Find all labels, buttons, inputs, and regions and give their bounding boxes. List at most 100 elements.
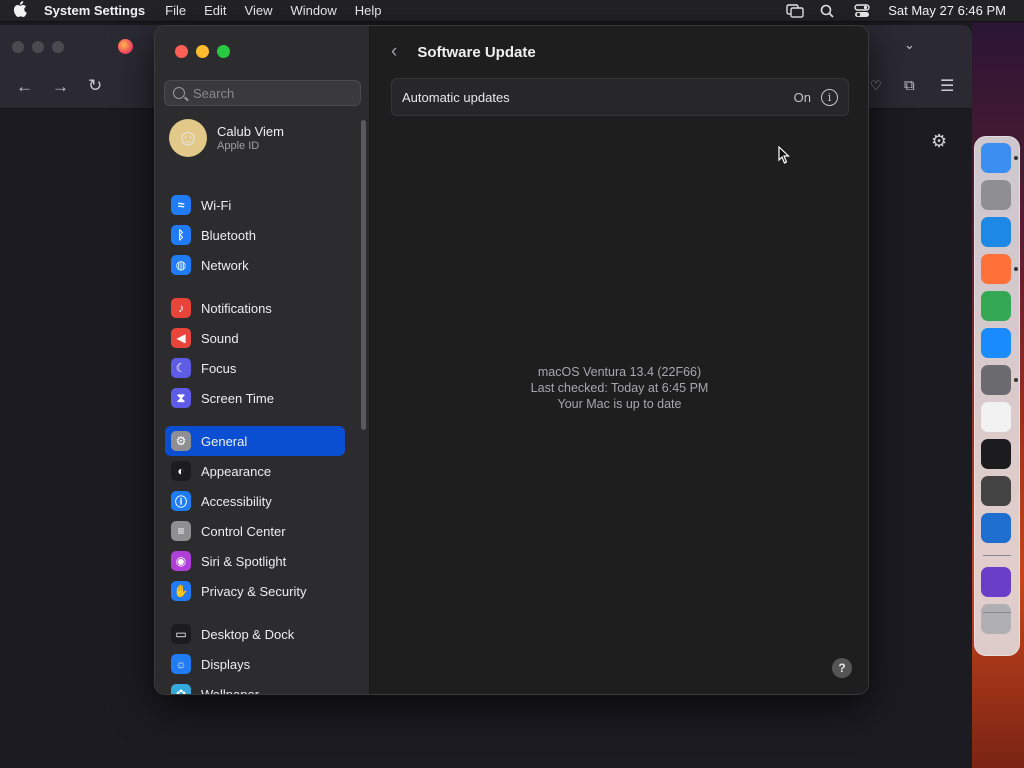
sidebar-item-accessibility[interactable]: ⓘ Accessibility [165,486,345,516]
sidebar-item-label: Wallpaper [201,686,260,695]
info-icon[interactable]: i [821,88,838,106]
sidebar-item-displays[interactable]: ☼ Displays [165,649,345,679]
screen-mirroring-icon[interactable] [786,3,804,18]
profile-subtitle: Apple ID [217,140,260,152]
automatic-updates-row[interactable]: Automatic updates On i [391,78,849,116]
tab-list-chevron-icon[interactable]: ⌄ [904,37,915,53]
page-title: Software Update [417,43,536,61]
search-placeholder: Search [193,85,235,101]
close-button[interactable] [175,45,188,58]
app-store-app[interactable] [981,328,1011,358]
mouse-cursor [778,146,790,164]
back-chevron-icon[interactable]: ‹ [391,41,397,63]
sidebar-item-screen-time[interactable]: ⧗ Screen Time [165,383,345,413]
system-settings-window: Search ☺ Calub Viem Apple ID ≈ Wi-Fi ᛒ Blue… [154,25,869,695]
firefox-app[interactable] [981,254,1011,284]
chrome-app[interactable] [981,291,1011,321]
finder-app[interactable] [981,143,1011,173]
system-settings-app[interactable] [981,365,1011,395]
up-to-date-text: Your Mac is up to date [557,397,682,411]
sidebar-item-desktop-dock[interactable]: ▭ Desktop & Dock [165,619,345,649]
page-settings-gear-icon[interactable]: ⚙ [931,131,947,152]
os-version-text: macOS Ventura 13.4 (22F66) [537,365,702,379]
menu-app-name[interactable]: System Settings [40,3,156,18]
browser-back-icon[interactable]: ← [16,77,33,97]
spotlight-search-icon[interactable] [820,4,838,18]
zoom-button[interactable] [217,45,230,58]
flower-icon: ✿ [171,684,191,694]
menu-clock[interactable]: Sat May 27 6:46 PM [888,3,1006,18]
sidebar-item-sound[interactable]: ◀ Sound [165,323,345,353]
sidebar-item-focus[interactable]: ☾ Focus [165,353,345,383]
sidebar-item-label: Desktop & Dock [201,626,295,642]
apple-id-profile[interactable]: ☺ Calub Viem Apple ID [169,119,284,157]
sidebar-item-wallpaper[interactable]: ✿ Wallpaper [165,679,345,695]
running-indicator [1014,156,1018,160]
siri-icon: ◉ [171,551,191,571]
accessibility-icon: ⓘ [171,491,191,511]
sidebar-item-appearance[interactable]: ◐ Appearance [165,456,345,486]
menu-view[interactable]: View [236,3,282,18]
bell-icon: ♪ [171,298,191,318]
sidebar-item-wi-fi[interactable]: ≈ Wi-Fi [165,190,345,220]
menu-help[interactable]: Help [346,3,391,18]
browser-forward-icon[interactable]: → [52,77,69,97]
profile-name: Calub Viem [217,124,284,139]
safari-app[interactable] [981,217,1011,247]
sidebar-item-privacy-security[interactable]: ✋ Privacy & Security [165,576,345,606]
sidebar-item-label: Bluetooth [201,227,256,243]
vscode-app[interactable] [981,513,1011,543]
speaker-icon: ◀ [171,328,191,348]
sidebar-item-label: Network [201,257,249,273]
dock-icon: ▭ [171,624,191,644]
trash-app[interactable] [981,604,1011,634]
sidebar-item-label: Screen Time [201,390,274,406]
sidebar-item-label: Sound [201,330,239,346]
help-button[interactable]: ? [832,658,852,678]
pocket-icon[interactable]: ♡ [870,78,882,94]
appearance-icon: ◐ [171,461,191,481]
browser-reload-icon[interactable]: ↻ [88,76,102,96]
avatar: ☺ [169,119,207,157]
textedit-app[interactable] [981,402,1011,432]
update-status: macOS Ventura 13.4 (22F66) Last checked:… [371,364,868,412]
apple-menu-icon[interactable] [0,1,40,20]
sidebar-item-label: Siri & Spotlight [201,553,287,569]
sidebar-item-label: Accessibility [201,493,272,509]
firefox-tab-icon[interactable] [118,39,133,54]
minimize-button[interactable] [196,45,209,58]
browser-menu-icon[interactable]: ☰ [940,76,954,96]
browser-close-dot[interactable] [12,41,24,53]
sidebar-item-bluetooth[interactable]: ᛒ Bluetooth [165,220,345,250]
menu-window[interactable]: Window [281,3,345,18]
menu-file[interactable]: File [156,3,195,18]
sidebar-item-label: Control Center [201,523,286,539]
settings-sidebar: Search ☺ Calub Viem Apple ID ≈ Wi-Fi ᛒ Blue… [155,26,370,694]
moon-icon: ☾ [171,358,191,378]
search-icon [173,87,185,99]
sidebar-item-control-center[interactable]: ≡ Control Center [165,516,345,546]
sidebar-item-label: Displays [201,656,251,672]
browser-minimize-dot[interactable] [32,41,44,53]
window-controls [175,45,230,58]
launchpad-app[interactable] [981,180,1011,210]
sidebar-item-notifications[interactable]: ♪ Notifications [165,293,345,323]
automatic-updates-label: Automatic updates [402,89,510,105]
garageband-app[interactable] [981,476,1011,506]
terminal-app[interactable] [981,439,1011,469]
sidebar-item-network[interactable]: ◍ Network [165,250,345,280]
control-center-icon[interactable] [854,3,872,18]
browser-zoom-dot[interactable] [52,41,64,53]
visual-studio-app[interactable] [981,567,1011,597]
globe-icon: ◍ [171,255,191,275]
menu-edit[interactable]: Edit [195,3,235,18]
software-update-pane: ‹ Software Update Automatic updates On i… [371,26,868,694]
hourglass-icon: ⧗ [171,388,191,408]
sidebar-item-label: General [201,433,248,449]
extensions-icon[interactable]: ⧉ [904,77,915,94]
sidebar-item-general[interactable]: ⚙ General [165,426,345,456]
sidebar-scrollbar[interactable] [361,120,366,430]
search-field[interactable]: Search [164,80,361,106]
sidebar-item-siri-spotlight[interactable]: ◉ Siri & Spotlight [165,546,345,576]
last-checked-text: Last checked: Today at 6:45 PM [530,381,709,395]
